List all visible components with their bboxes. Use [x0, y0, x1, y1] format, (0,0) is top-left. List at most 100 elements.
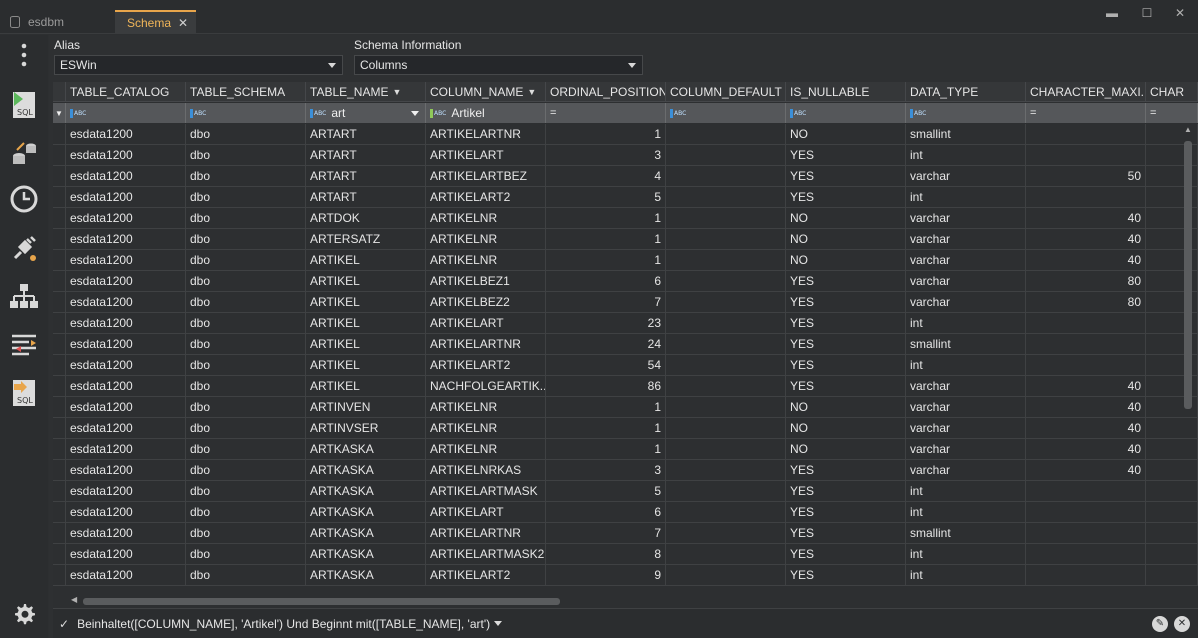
cell-table-catalog[interactable]: esdata1200 [66, 250, 186, 271]
col-header-char-truncated[interactable]: CHAR [1146, 82, 1198, 102]
cell-is-nullable[interactable]: YES [786, 145, 906, 166]
cell-data-type[interactable]: int [906, 481, 1026, 502]
cell-ordinal-position[interactable]: 3 [546, 145, 666, 166]
cell-column-default[interactable] [666, 187, 786, 208]
cell-table-schema[interactable]: dbo [186, 208, 306, 229]
cell-table-name[interactable]: ARTINVEN [306, 397, 426, 418]
cell-column-default[interactable] [666, 565, 786, 586]
maximize-button[interactable]: ☐ [1135, 6, 1159, 22]
clear-filter-icon[interactable]: ✕ [1174, 616, 1190, 632]
cell-character-maximum[interactable] [1026, 565, 1146, 586]
cell-column-name[interactable]: ARTIKELART [426, 145, 546, 166]
row-header[interactable] [53, 439, 66, 460]
cell-is-nullable[interactable]: YES [786, 313, 906, 334]
cell-is-nullable[interactable]: YES [786, 481, 906, 502]
cell-column-name[interactable]: ARTIKELART2 [426, 187, 546, 208]
cell-ordinal-position[interactable]: 4 [546, 166, 666, 187]
cell-table-schema[interactable]: dbo [186, 523, 306, 544]
cell-table-schema[interactable]: dbo [186, 124, 306, 145]
cell-data-type[interactable]: smallint [906, 334, 1026, 355]
cell-is-nullable[interactable]: NO [786, 229, 906, 250]
cell-character-maximum[interactable] [1026, 355, 1146, 376]
cell-table-schema[interactable]: dbo [186, 460, 306, 481]
cell-table-catalog[interactable]: esdata1200 [66, 334, 186, 355]
col-header-is-nullable[interactable]: IS_NULLABLE [786, 82, 906, 102]
cell-table-catalog[interactable]: esdata1200 [66, 481, 186, 502]
cell-is-nullable[interactable]: YES [786, 355, 906, 376]
col-header-character-maximum[interactable]: CHARACTER_MAXI... [1026, 82, 1146, 102]
col-header-column-default[interactable]: COLUMN_DEFAULT [666, 82, 786, 102]
cell-table-catalog[interactable]: esdata1200 [66, 418, 186, 439]
cell-character-maximum[interactable]: 40 [1026, 397, 1146, 418]
filter-funnel-icon[interactable]: ▼ [527, 87, 536, 97]
cell-ordinal-position[interactable]: 5 [546, 481, 666, 502]
cell-table-name[interactable]: ARTART [306, 145, 426, 166]
cell-is-nullable[interactable]: NO [786, 124, 906, 145]
cell-ordinal-position[interactable]: 7 [546, 292, 666, 313]
cell-table-schema[interactable]: dbo [186, 502, 306, 523]
cell-table-name[interactable]: ARTIKEL [306, 313, 426, 334]
cell-column-default[interactable] [666, 544, 786, 565]
cell-column-name[interactable]: ARTIKELNR [426, 397, 546, 418]
schema-tree-icon[interactable] [8, 281, 40, 313]
cell-table-schema[interactable]: dbo [186, 334, 306, 355]
cell-column-name[interactable]: ARTIKELNR [426, 229, 546, 250]
cell-is-nullable[interactable]: YES [786, 271, 906, 292]
cell-ordinal-position[interactable]: 1 [546, 439, 666, 460]
cell-character-maximum[interactable] [1026, 124, 1146, 145]
cell-table-catalog[interactable]: esdata1200 [66, 271, 186, 292]
cell-is-nullable[interactable]: YES [786, 187, 906, 208]
cell-character-maximum[interactable]: 40 [1026, 418, 1146, 439]
cell-is-nullable[interactable]: YES [786, 292, 906, 313]
cell-is-nullable[interactable]: YES [786, 502, 906, 523]
cell-is-nullable[interactable]: YES [786, 376, 906, 397]
cell-column-name[interactable]: ARTIKELART [426, 502, 546, 523]
cell-ordinal-position[interactable]: 1 [546, 250, 666, 271]
cell-table-name[interactable]: ARTERSATZ [306, 229, 426, 250]
cell-ordinal-position[interactable]: 23 [546, 313, 666, 334]
cell-table-name[interactable]: ARTART [306, 187, 426, 208]
cell-table-name[interactable]: ARTKASKA [306, 460, 426, 481]
cell-column-name[interactable]: ARTIKELARTNR [426, 124, 546, 145]
cell-column-name[interactable]: ARTIKELARTNR [426, 334, 546, 355]
cell-column-default[interactable] [666, 250, 786, 271]
row-header[interactable] [53, 523, 66, 544]
cell-table-catalog[interactable]: esdata1200 [66, 355, 186, 376]
cell-table-schema[interactable]: dbo [186, 418, 306, 439]
cell-table-schema[interactable]: dbo [186, 271, 306, 292]
cell-table-name[interactable]: ARTIKEL [306, 271, 426, 292]
cell-column-default[interactable] [666, 166, 786, 187]
cell-ordinal-position[interactable]: 9 [546, 565, 666, 586]
filter-cell-column-name[interactable]: ABC Artikel [426, 103, 546, 123]
cell-table-catalog[interactable]: esdata1200 [66, 397, 186, 418]
cell-table-schema[interactable]: dbo [186, 376, 306, 397]
cell-column-name[interactable]: ARTIKELART [426, 313, 546, 334]
cell-is-nullable[interactable]: NO [786, 250, 906, 271]
cell-character-maximum[interactable] [1026, 313, 1146, 334]
cell-column-name[interactable]: ARTIKELBEZ1 [426, 271, 546, 292]
cell-table-schema[interactable]: dbo [186, 229, 306, 250]
cell-data-type[interactable]: varchar [906, 439, 1026, 460]
cell-character-maximum[interactable] [1026, 187, 1146, 208]
cell-table-name[interactable]: ARTIKEL [306, 355, 426, 376]
compare-icon[interactable] [8, 329, 40, 361]
edit-filter-icon[interactable]: ✎ [1152, 616, 1168, 632]
cell-column-name[interactable]: ARTIKELNR [426, 250, 546, 271]
col-header-data-type[interactable]: DATA_TYPE [906, 82, 1026, 102]
col-header-ordinal-position[interactable]: ORDINAL_POSITION [546, 82, 666, 102]
cell-column-default[interactable] [666, 271, 786, 292]
cell-character-maximum[interactable]: 50 [1026, 166, 1146, 187]
cell-column-name[interactable]: ARTIKELARTNR [426, 523, 546, 544]
cell-is-nullable[interactable]: YES [786, 565, 906, 586]
cell-character-maximum[interactable] [1026, 145, 1146, 166]
tab-esdbm[interactable]: esdbm [0, 10, 74, 34]
cell-column-default[interactable] [666, 355, 786, 376]
col-header-table-name[interactable]: TABLE_NAME ▼ [306, 82, 426, 102]
cell-character-maximum[interactable] [1026, 481, 1146, 502]
cell-table-name[interactable]: ARTKASKA [306, 481, 426, 502]
row-header[interactable] [53, 271, 66, 292]
cell-ordinal-position[interactable]: 6 [546, 271, 666, 292]
cell-table-catalog[interactable]: esdata1200 [66, 124, 186, 145]
cell-character-maximum[interactable]: 80 [1026, 271, 1146, 292]
cell-data-type[interactable]: int [906, 313, 1026, 334]
